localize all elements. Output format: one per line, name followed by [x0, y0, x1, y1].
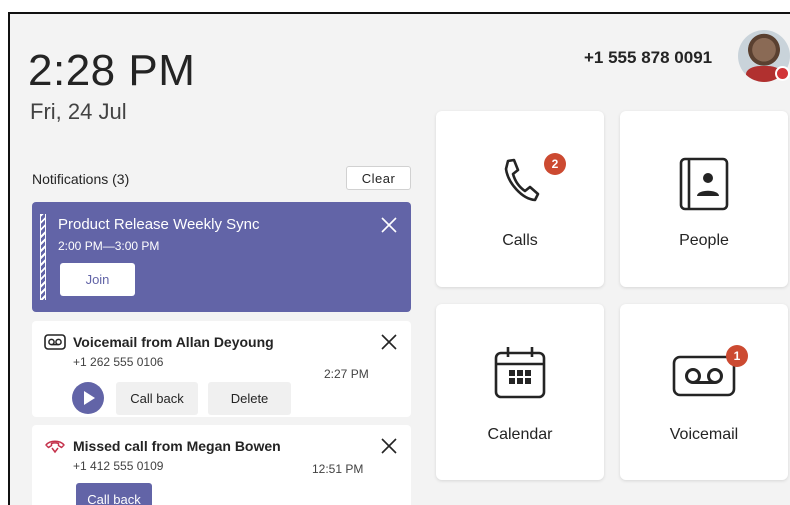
voicemail-time: 2:27 PM	[324, 367, 369, 381]
missed-call-notification-card[interactable]: Missed call from Megan Bowen +1 412 555 …	[32, 425, 411, 505]
calendar-tile[interactable]: Calendar	[436, 304, 604, 480]
clock-date: Fri, 24 Jul	[30, 99, 127, 124]
meeting-time: 2:00 PM—3:00 PM	[58, 239, 160, 253]
calls-label: Calls	[502, 232, 538, 249]
device-phone-number: +1 555 878 0091	[584, 48, 713, 67]
home-screen: 2:28 PM Fri, 24 Jul +1 555 878 0091 Noti…	[8, 12, 790, 505]
voicemail-call-back-button[interactable]: Call back	[116, 382, 198, 415]
voicemail-tile[interactable]: 1 Voicemail	[620, 304, 788, 480]
clock-time: 2:28 PM	[28, 46, 196, 95]
close-icon[interactable]	[380, 333, 398, 351]
calendar-label: Calendar	[487, 426, 553, 443]
calendar-icon	[494, 347, 546, 399]
people-label: People	[679, 232, 729, 249]
presence-busy-indicator	[775, 66, 790, 81]
close-icon[interactable]	[380, 216, 398, 234]
voicemail-title: Voicemail from Allan Deyoung	[73, 334, 274, 350]
meeting-title: Product Release Weekly Sync	[58, 216, 260, 233]
notifications-heading: Notifications (3)	[32, 171, 130, 187]
voicemail-icon	[44, 334, 66, 350]
join-meeting-button[interactable]: Join	[60, 263, 135, 296]
missed-call-phone: +1 412 555 0109	[73, 459, 164, 473]
voicemail-notification-card[interactable]: Voicemail from Allan Deyoung +1 262 555 …	[32, 321, 411, 417]
phone-icon	[504, 158, 540, 202]
missed-call-icon	[45, 440, 65, 454]
calls-tile[interactable]: 2 Calls	[436, 111, 604, 287]
contact-card-icon	[679, 157, 729, 211]
voicemail-label: Voicemail	[669, 426, 739, 443]
clear-notifications-button[interactable]: Clear	[346, 166, 411, 190]
calls-badge: 2	[544, 153, 566, 175]
missed-call-time: 12:51 PM	[312, 462, 364, 476]
missed-call-title: Missed call from Megan Bowen	[73, 438, 281, 454]
voicemail-badge: 1	[726, 345, 748, 367]
meeting-notification-card[interactable]: Product Release Weekly Sync 2:00 PM—3:00…	[32, 202, 411, 312]
play-voicemail-button[interactable]	[72, 382, 104, 414]
delete-voicemail-button[interactable]: Delete	[208, 382, 291, 415]
voicemail-phone: +1 262 555 0106	[73, 355, 164, 369]
close-icon[interactable]	[380, 437, 398, 455]
people-tile[interactable]: People	[620, 111, 788, 287]
meeting-stripe	[40, 214, 46, 300]
missed-call-call-back-button[interactable]: Call back	[76, 483, 152, 505]
